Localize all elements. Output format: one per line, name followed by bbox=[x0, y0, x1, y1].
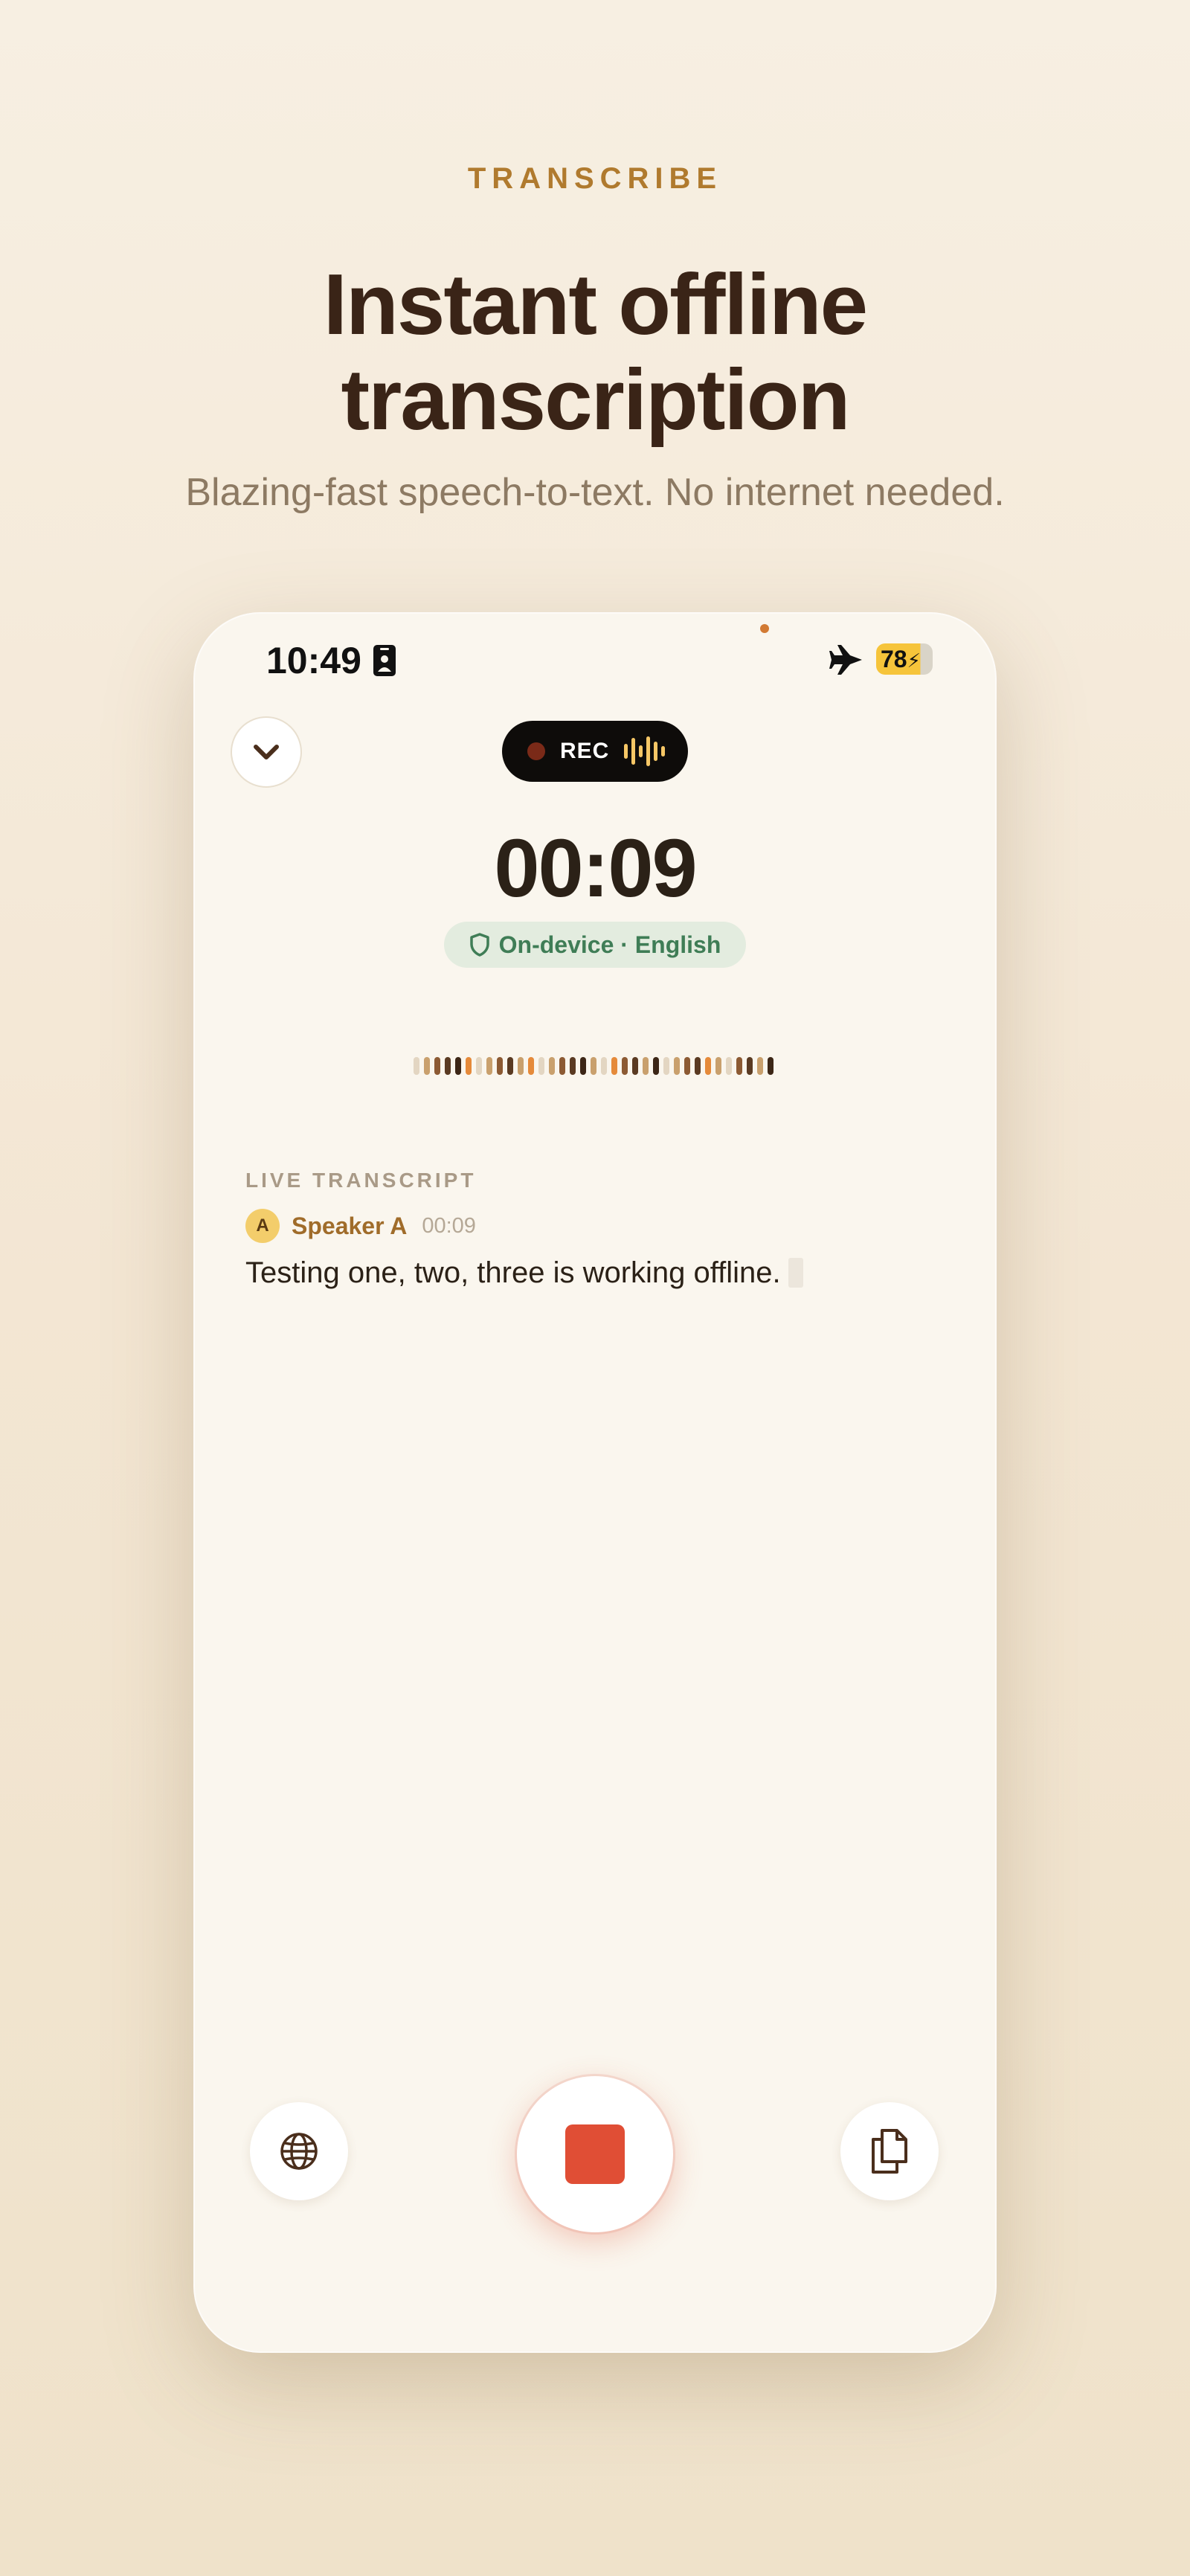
waveform-bar bbox=[695, 1057, 701, 1075]
waveform-bar bbox=[757, 1057, 763, 1075]
waveform-bar bbox=[455, 1057, 461, 1075]
collapse-button[interactable] bbox=[231, 716, 302, 788]
waveform-bar bbox=[736, 1057, 742, 1075]
stop-recording-button[interactable] bbox=[517, 2076, 673, 2232]
waveform-bar bbox=[715, 1057, 721, 1075]
chevron-down-icon bbox=[254, 745, 279, 759]
speaker-name: Speaker A bbox=[292, 1212, 408, 1239]
waveform-bar bbox=[653, 1057, 659, 1075]
shield-icon bbox=[469, 933, 489, 957]
copy-transcript-button[interactable] bbox=[840, 2102, 939, 2200]
waveform-bar bbox=[445, 1057, 451, 1075]
page-headline: Instant offline transcription bbox=[0, 257, 1190, 447]
waveform-bar bbox=[674, 1057, 680, 1075]
recording-indicator: REC bbox=[502, 721, 688, 782]
audio-level-icon bbox=[624, 736, 666, 766]
waveform-bar bbox=[476, 1057, 482, 1075]
globe-icon bbox=[280, 2133, 318, 2170]
headline-line-1: Instant offline bbox=[323, 256, 868, 353]
page-subhead: Blazing-fast speech-to-text. No internet… bbox=[185, 471, 1005, 514]
speaker-avatar: A bbox=[245, 1209, 280, 1243]
waveform-bar bbox=[632, 1057, 638, 1075]
on-device-label: On-device · English bbox=[498, 931, 721, 958]
waveform-bar bbox=[549, 1057, 555, 1075]
waveform-bar bbox=[591, 1057, 596, 1075]
waveform-bar bbox=[601, 1057, 607, 1075]
waveform-bar bbox=[497, 1057, 503, 1075]
audio-waveform bbox=[414, 1057, 774, 1075]
transcript-text: Testing one, two, three is working offli… bbox=[245, 1256, 781, 1289]
waveform-bar bbox=[726, 1057, 732, 1075]
phone-frame: 10:49 78⚡ REC 00:09 On-device · English … bbox=[193, 612, 997, 2353]
waveform-bar bbox=[684, 1057, 690, 1075]
waveform-bar bbox=[424, 1057, 430, 1075]
charging-bolt-icon: ⚡ bbox=[907, 649, 921, 672]
waveform-bar bbox=[768, 1057, 774, 1075]
live-transcript-heading: LIVE TRANSCRIPT bbox=[245, 1169, 477, 1192]
waveform-bar bbox=[486, 1057, 492, 1075]
waveform-bar bbox=[570, 1057, 576, 1075]
battery-level: 78 bbox=[881, 646, 907, 672]
waveform-bar bbox=[622, 1057, 628, 1075]
copy-icon bbox=[872, 2129, 907, 2174]
privacy-indicator-dot bbox=[760, 624, 769, 633]
language-button[interactable] bbox=[250, 2102, 348, 2200]
speaker-row: A Speaker A 00:09 bbox=[245, 1207, 476, 1244]
waveform-bar bbox=[414, 1057, 419, 1075]
on-device-badge: On-device · English bbox=[444, 922, 746, 968]
waveform-bar bbox=[466, 1057, 472, 1075]
waveform-bar bbox=[747, 1057, 753, 1075]
waveform-bar bbox=[518, 1057, 524, 1075]
status-time: 10:49 bbox=[266, 640, 361, 681]
waveform-bar bbox=[507, 1057, 513, 1075]
transcript-text-row: Testing one, two, three is working offli… bbox=[245, 1252, 803, 1294]
elapsed-timer: 00:09 bbox=[494, 823, 697, 914]
waveform-bar bbox=[643, 1057, 649, 1075]
rec-label: REC bbox=[560, 739, 610, 763]
headline-line-2: transcription bbox=[341, 351, 851, 448]
waveform-bar bbox=[611, 1057, 617, 1075]
airplane-mode-icon bbox=[829, 645, 862, 675]
waveform-bar bbox=[538, 1057, 544, 1075]
id-card-icon bbox=[373, 645, 396, 676]
text-cursor bbox=[788, 1258, 803, 1288]
stop-icon bbox=[565, 2124, 625, 2184]
speaker-timestamp: 00:09 bbox=[422, 1213, 476, 1238]
waveform-bar bbox=[705, 1057, 711, 1075]
waveform-bar bbox=[580, 1057, 586, 1075]
waveform-bar bbox=[559, 1057, 565, 1075]
record-dot-icon bbox=[527, 742, 545, 760]
waveform-bar bbox=[663, 1057, 669, 1075]
waveform-bar bbox=[528, 1057, 534, 1075]
battery-indicator: 78⚡ bbox=[876, 643, 933, 675]
waveform-bar bbox=[434, 1057, 440, 1075]
eyebrow-label: TRANSCRIBE bbox=[467, 162, 723, 195]
